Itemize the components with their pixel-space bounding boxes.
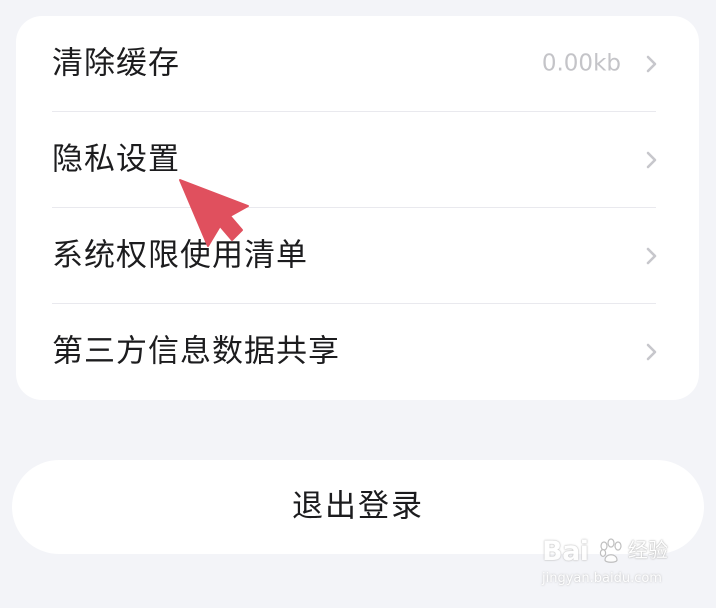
settings-item-label: 清除缓存 xyxy=(52,45,180,82)
chevron-right-icon xyxy=(645,342,659,362)
settings-item-third-party-sharing[interactable]: 第三方信息数据共享 xyxy=(16,304,699,400)
chevron-right-icon xyxy=(645,246,659,266)
settings-item-system-permissions[interactable]: 系统权限使用清单 xyxy=(16,208,699,304)
settings-item-label: 第三方信息数据共享 xyxy=(52,333,340,370)
settings-item-privacy[interactable]: 隐私设置 xyxy=(16,112,699,208)
settings-item-label: 隐私设置 xyxy=(52,141,180,178)
chevron-right-icon xyxy=(645,54,659,74)
watermark-brand: Bai xyxy=(542,536,589,567)
baidu-jingyan-watermark: Bai 经验 jingyan.baidu.com xyxy=(542,534,680,594)
chevron-right-icon xyxy=(645,150,659,170)
watermark-product: 经验 xyxy=(628,538,668,562)
baidu-paw-icon xyxy=(598,538,624,564)
logout-label: 退出登录 xyxy=(292,488,424,525)
settings-card: 清除缓存 0.00kb 隐私设置 系统权限使用清单 第三方信息数据共享 xyxy=(16,16,699,400)
watermark-url: jingyan.baidu.com xyxy=(542,571,662,586)
cache-size-value: 0.00kb xyxy=(541,50,621,77)
settings-item-clear-cache[interactable]: 清除缓存 0.00kb xyxy=(16,16,699,112)
settings-item-label: 系统权限使用清单 xyxy=(52,237,308,274)
